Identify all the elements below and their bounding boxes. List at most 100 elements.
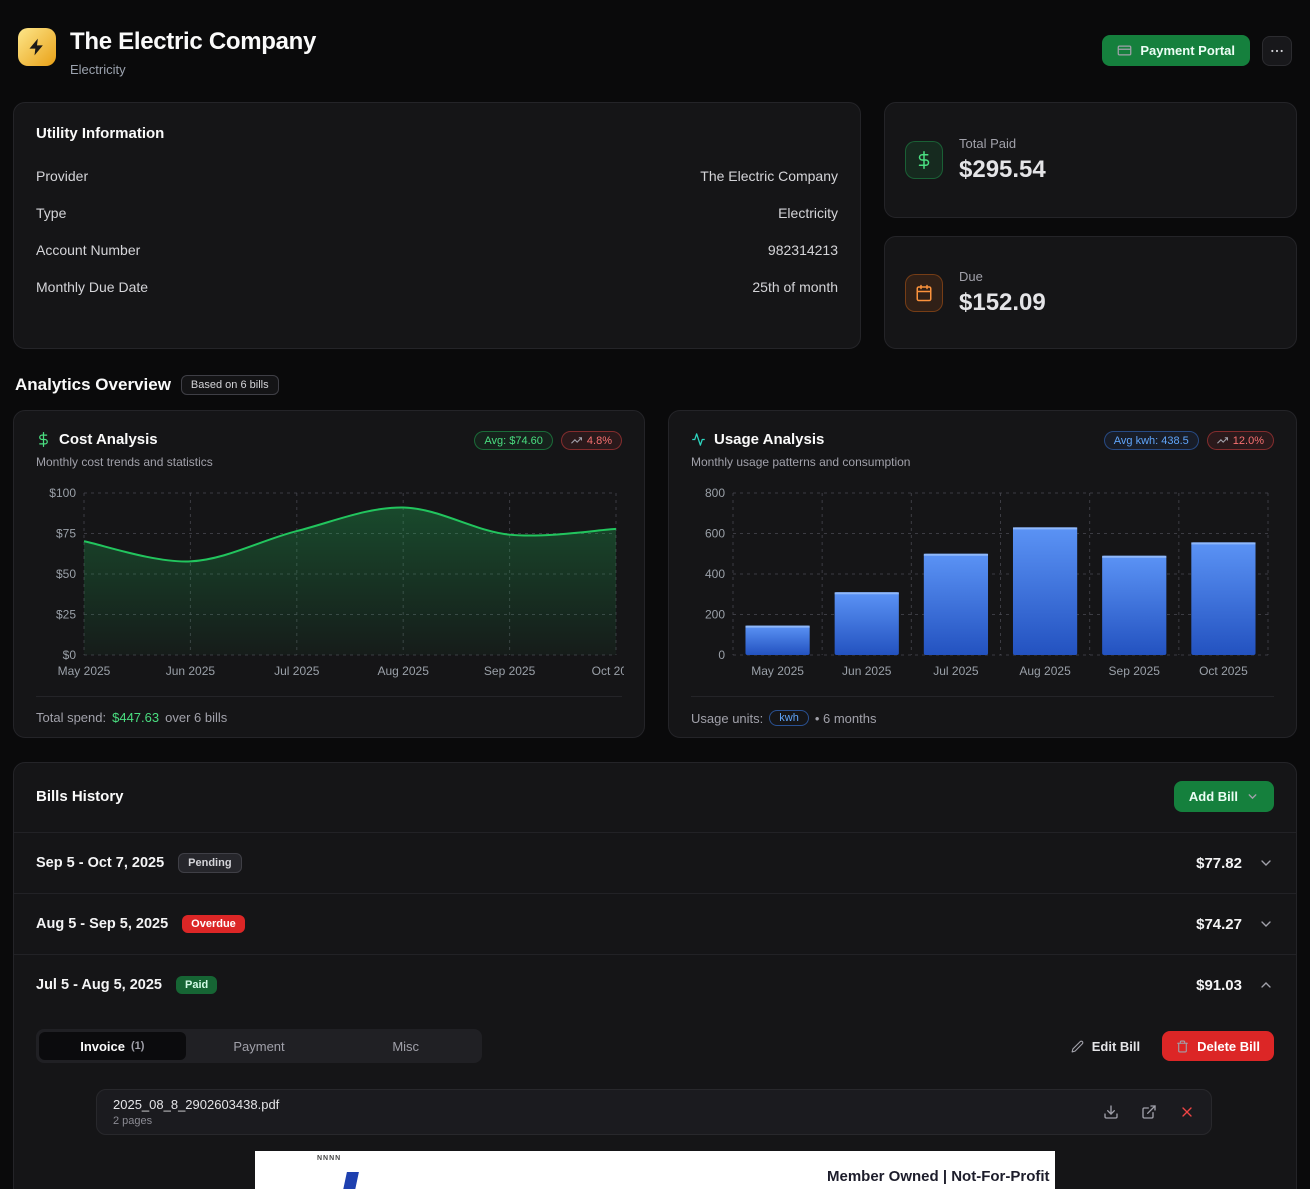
svg-text:0: 0 (718, 648, 725, 662)
cost-analysis-badges: Avg: $74.60 4.8% (474, 431, 622, 450)
pdf-header-text: NNNN (317, 1155, 341, 1162)
chevron-down-icon (1246, 790, 1259, 803)
info-row-monthly-due-date: Monthly Due Date 25th of month (36, 279, 838, 295)
utility-info-rows: Provider The Electric Company Type Elect… (36, 168, 838, 295)
svg-text:$50: $50 (56, 567, 76, 581)
edit-bill-button[interactable]: Edit Bill (1059, 1031, 1152, 1061)
tab-payment[interactable]: Payment (186, 1032, 333, 1060)
pdf-preview-wrap: NNNN Member Owned | Not-For-Profit (36, 1151, 1274, 1189)
add-bill-label: Add Bill (1189, 789, 1238, 804)
svg-text:$0: $0 (63, 648, 77, 662)
cost-analysis-titles: Cost Analysis Monthly cost trends and st… (36, 431, 213, 469)
bill-row-aug-sep[interactable]: Aug 5 - Sep 5, 2025 Overdue $74.27 (14, 893, 1296, 954)
invoice-file-name: 2025_08_8_2902603438.pdf (113, 1097, 279, 1112)
tab-invoice-label: Invoice (80, 1039, 125, 1054)
tab-invoice[interactable]: Invoice (1) (39, 1032, 186, 1060)
usage-months-suffix: • 6 months (815, 711, 877, 726)
svg-text:Oct 2025: Oct 2025 (592, 664, 624, 678)
usage-analysis-header: Usage Analysis Monthly usage patterns an… (691, 431, 1274, 469)
svg-text:Jun 2025: Jun 2025 (166, 664, 216, 678)
lightning-bolt-icon (18, 28, 56, 66)
svg-text:800: 800 (705, 486, 725, 500)
dollar-sign-icon (36, 432, 51, 447)
bill-period: Sep 5 - Oct 7, 2025 (36, 855, 164, 871)
status-badge: Paid (176, 976, 217, 994)
tab-payment-label: Payment (233, 1039, 284, 1054)
svg-text:Jul 2025: Jul 2025 (933, 664, 979, 678)
status-badge: Pending (178, 853, 241, 873)
due-value: $152.09 (959, 289, 1046, 317)
svg-text:May 2025: May 2025 (751, 664, 804, 678)
pdf-preview: NNNN Member Owned | Not-For-Profit (255, 1151, 1055, 1189)
bills-count-badge: Based on 6 bills (181, 375, 279, 395)
pdf-logo-mark (343, 1172, 359, 1189)
cost-trend-value: 4.8% (587, 435, 612, 447)
total-paid-label: Total Paid (959, 136, 1046, 151)
pdf-tagline: Member Owned | Not-For-Profit (827, 1168, 1050, 1185)
info-label: Monthly Due Date (36, 279, 148, 295)
usage-trend-value: 12.0% (1233, 435, 1264, 447)
external-link-icon[interactable] (1141, 1104, 1157, 1120)
analytics-title: Analytics Overview (15, 375, 171, 395)
tab-misc[interactable]: Misc (332, 1032, 479, 1060)
bill-amount: $77.82 (1196, 855, 1242, 872)
chevron-up-icon (1258, 977, 1274, 993)
more-options-button[interactable] (1262, 36, 1292, 66)
usage-analysis-subtitle: Monthly usage patterns and consumption (691, 455, 910, 469)
app-header: The Electric Company Electricity Payment… (18, 28, 1292, 77)
svg-text:$75: $75 (56, 527, 76, 541)
download-icon[interactable] (1103, 1104, 1119, 1120)
charts-grid: Cost Analysis Monthly cost trends and st… (13, 410, 1297, 738)
remove-file-icon[interactable] (1179, 1104, 1195, 1120)
total-paid-value: $295.54 (959, 156, 1046, 184)
bills-history-title: Bills History (36, 788, 124, 805)
total-paid-text: Total Paid $295.54 (959, 136, 1046, 184)
bill-detail-panel: Invoice (1) Payment Misc Ed (14, 1015, 1296, 1189)
info-label: Account Number (36, 242, 140, 258)
dollar-sign-icon (905, 141, 943, 179)
payment-portal-button[interactable]: Payment Portal (1102, 35, 1250, 66)
cost-analysis-footer: Total spend: $447.63 over 6 bills (36, 696, 622, 725)
svg-text:600: 600 (705, 527, 725, 541)
bill-detail-tabs: Invoice (1) Payment Misc (36, 1029, 482, 1063)
usage-analysis-chart: 0200400600800May 2025Jun 2025Jul 2025Aug… (691, 483, 1274, 688)
total-spend-suffix: over 6 bills (165, 710, 227, 725)
info-value: The Electric Company (700, 168, 838, 184)
pencil-icon (1071, 1040, 1084, 1053)
status-badge: Overdue (182, 915, 245, 933)
bill-row-sep-oct[interactable]: Sep 5 - Oct 7, 2025 Pending $77.82 (14, 832, 1296, 893)
bill-detail-toolbar: Invoice (1) Payment Misc Ed (36, 1029, 1274, 1063)
info-value: Electricity (778, 205, 838, 221)
bill-amount: $91.03 (1196, 977, 1242, 994)
cost-analysis-header: Cost Analysis Monthly cost trends and st… (36, 431, 622, 469)
bill-detail-actions: Edit Bill Delete Bill (1059, 1031, 1274, 1061)
bills-history-header: Bills History Add Bill (14, 763, 1296, 832)
due-label: Due (959, 269, 1046, 284)
header-actions: Payment Portal (1102, 35, 1292, 66)
invoice-file-actions (1103, 1104, 1195, 1120)
edit-bill-label: Edit Bill (1092, 1039, 1140, 1054)
analytics-overview-heading: Analytics Overview Based on 6 bills (15, 375, 1295, 395)
info-label: Provider (36, 168, 88, 184)
bill-row-jul-aug[interactable]: Jul 5 - Aug 5, 2025 Paid $91.03 (14, 954, 1296, 1015)
activity-icon (691, 432, 706, 447)
bill-amount: $74.27 (1196, 916, 1242, 933)
invoice-file-pages: 2 pages (113, 1115, 279, 1127)
bill-period: Jul 5 - Aug 5, 2025 (36, 977, 162, 993)
svg-text:$100: $100 (49, 486, 76, 500)
page-subtitle: Electricity (70, 62, 316, 77)
utility-information-card: Utility Information Provider The Electri… (13, 102, 861, 349)
calendar-icon (905, 274, 943, 312)
ellipsis-icon (1269, 43, 1285, 59)
usage-analysis-titles: Usage Analysis Monthly usage patterns an… (691, 431, 910, 469)
trending-up-icon (1217, 435, 1228, 446)
info-row-provider: Provider The Electric Company (36, 168, 838, 184)
credit-card-icon (1117, 43, 1132, 58)
title-block: The Electric Company Electricity (70, 28, 316, 77)
trending-up-icon (571, 435, 582, 446)
total-paid-card: Total Paid $295.54 (884, 102, 1297, 218)
delete-bill-button[interactable]: Delete Bill (1162, 1031, 1274, 1061)
svg-text:May 2025: May 2025 (58, 664, 111, 678)
chevron-down-icon (1258, 855, 1274, 871)
add-bill-button[interactable]: Add Bill (1174, 781, 1274, 812)
